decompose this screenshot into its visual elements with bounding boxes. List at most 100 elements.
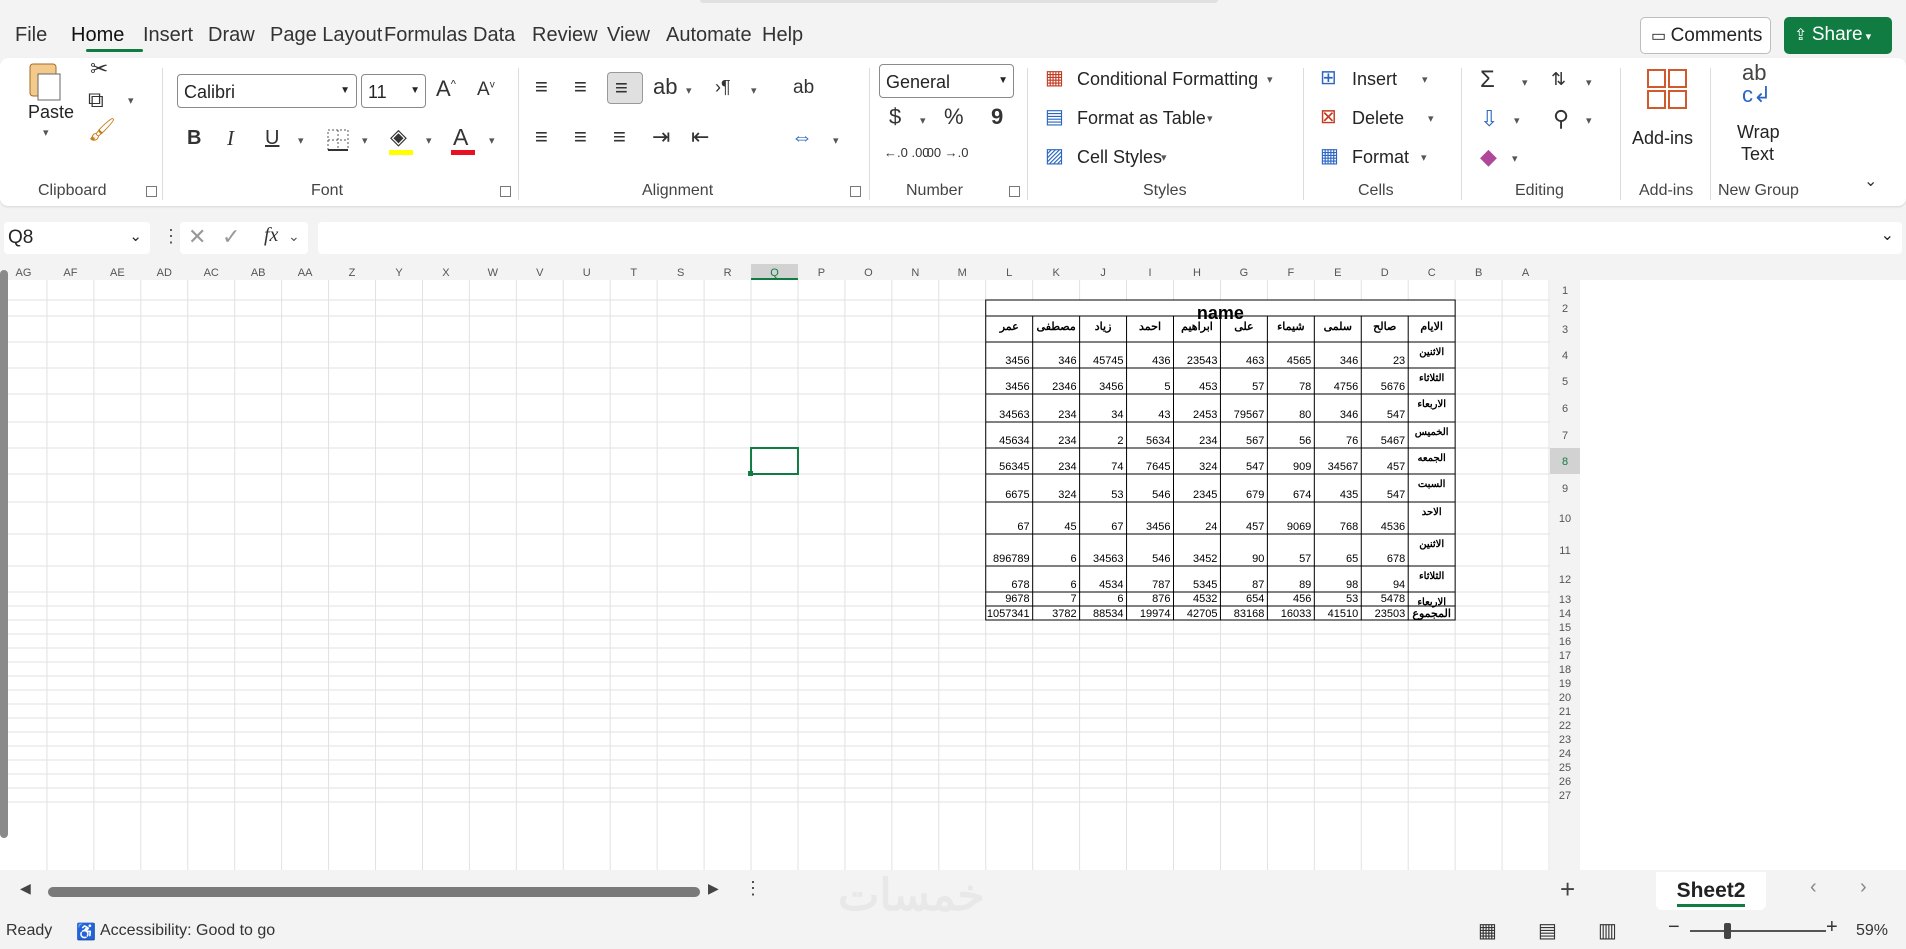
row-header-18[interactable]: 18 <box>1559 664 1571 676</box>
row-header-11[interactable]: 11 <box>1559 545 1570 557</box>
column-header-K[interactable]: K <box>1052 267 1060 279</box>
fill-handle[interactable] <box>748 471 754 476</box>
page-layout-view-icon[interactable]: ▤ <box>1538 918 1557 943</box>
normal-view-icon[interactable]: ▦ <box>1478 918 1497 943</box>
column-header-M[interactable]: M <box>958 267 967 279</box>
italic-button[interactable]: I <box>227 128 234 149</box>
row-header-19[interactable]: 19 <box>1559 678 1571 690</box>
fill-dropdown-icon[interactable]: ▾ <box>1514 114 1520 127</box>
sort-filter-dropdown-icon[interactable]: ▾ <box>1586 76 1592 89</box>
zoom-level[interactable]: 59% <box>1856 922 1888 940</box>
column-header-T[interactable]: T <box>630 267 637 279</box>
column-header-O[interactable]: O <box>864 267 873 279</box>
horizontal-scrollbar[interactable] <box>48 887 700 897</box>
column-header-H[interactable]: H <box>1193 267 1201 279</box>
menu-insert[interactable]: Insert <box>143 24 193 47</box>
bold-button[interactable]: B <box>187 128 201 148</box>
row-header-1[interactable]: 1 <box>1562 285 1568 297</box>
menu-file[interactable]: File <box>15 24 47 47</box>
fill-color-icon[interactable]: ◈ <box>390 126 407 148</box>
row-header-13[interactable]: 13 <box>1559 594 1571 606</box>
font-color-icon[interactable]: A <box>453 126 468 149</box>
cancel-icon[interactable]: ✕ <box>188 224 206 250</box>
font-size-select[interactable]: 11 ▼ <box>361 74 426 108</box>
sheet-tab-sheet2[interactable]: Sheet2 <box>1656 872 1766 910</box>
decrease-decimal-button[interactable]: .00 →.0 <box>923 146 969 159</box>
font-launcher-icon[interactable] <box>500 186 511 197</box>
percent-button[interactable]: % <box>944 106 964 128</box>
row-header-7[interactable]: 7 <box>1562 430 1568 442</box>
worksheet-grid[interactable]: AG AF AE AD AC AB AA Z Y X W V U T S R Q P O N M L K J I H G F E D C B A… <box>0 264 1906 870</box>
column-header-I[interactable]: I <box>1148 267 1151 279</box>
underline-dropdown-icon[interactable]: ▾ <box>298 134 304 147</box>
wrap-ab-icon[interactable]: ab <box>793 78 814 97</box>
sort-filter-icon[interactable]: ⇅ <box>1551 70 1566 88</box>
menu-automate[interactable]: Automate <box>666 24 752 47</box>
menu-help[interactable]: Help <box>762 24 803 47</box>
align-right-icon[interactable]: ≡ <box>613 126 626 148</box>
next-sheet-icon[interactable]: › <box>1860 876 1867 899</box>
row-header-16[interactable]: 16 <box>1559 636 1571 648</box>
number-format-select[interactable]: General ▼ <box>879 64 1014 98</box>
row-header-2[interactable]: 2 <box>1562 303 1568 315</box>
add-ins-button[interactable]: Add-ins <box>1632 66 1702 176</box>
row-header-21[interactable]: 21 <box>1559 706 1571 718</box>
menu-draw[interactable]: Draw <box>208 24 255 47</box>
row-header-15[interactable]: 15 <box>1559 622 1571 634</box>
row-header-24[interactable]: 24 <box>1559 748 1571 760</box>
autosum-icon[interactable]: Σ <box>1480 68 1495 92</box>
cut-icon[interactable]: ✂ <box>90 58 108 80</box>
row-header-8[interactable]: 8 <box>1562 456 1568 468</box>
column-header-AA[interactable]: AA <box>298 267 313 279</box>
wrap-text-button[interactable]: ab c↲ Wrap Text <box>1720 60 1795 172</box>
enter-icon[interactable]: ✓ <box>222 224 240 250</box>
expand-formula-icon[interactable]: ⌄ <box>1881 225 1894 245</box>
scroll-right-icon[interactable]: ▶ <box>708 880 719 897</box>
share-button[interactable]: ⇪ Share ▾ <box>1784 17 1892 54</box>
row-header-23[interactable]: 23 <box>1559 734 1571 746</box>
menu-home[interactable]: Home <box>71 24 124 47</box>
number-launcher-icon[interactable] <box>1009 186 1020 197</box>
find-select-icon[interactable]: ⚲ <box>1553 108 1569 130</box>
row-header-5[interactable]: 5 <box>1562 376 1568 388</box>
column-header-AD[interactable]: AD <box>157 267 172 279</box>
merge-dropdown-icon[interactable]: ▾ <box>833 134 839 147</box>
decrease-indent-icon[interactable]: ⇤ <box>691 126 709 148</box>
column-header-R[interactable]: R <box>724 267 732 279</box>
zoom-out-icon[interactable]: − <box>1668 916 1680 939</box>
fill-icon[interactable]: ⇩ <box>1480 108 1498 130</box>
row-header-3[interactable]: 3 <box>1562 324 1568 336</box>
column-header-A[interactable]: A <box>1522 267 1530 279</box>
paste-dropdown-icon[interactable]: ▾ <box>43 126 49 139</box>
row-header-10[interactable]: 10 <box>1559 513 1571 525</box>
align-bottom-icon[interactable]: ≡ <box>607 72 643 104</box>
column-header-P[interactable]: P <box>818 267 825 279</box>
zoom-slider-thumb[interactable] <box>1724 923 1732 939</box>
column-header-X[interactable]: X <box>442 267 450 279</box>
formula-input[interactable]: ⌄ <box>318 222 1902 254</box>
column-header-J[interactable]: J <box>1100 267 1106 279</box>
increase-font-icon[interactable]: A^ <box>436 78 456 100</box>
copy-icon[interactable]: ⧉ <box>88 89 104 111</box>
text-direction-dropdown-icon[interactable]: ▾ <box>751 84 757 97</box>
currency-dropdown-icon[interactable]: ▾ <box>920 114 926 127</box>
insert-function-button[interactable]: fx <box>264 224 278 247</box>
align-left-icon[interactable]: ≡ <box>535 126 548 148</box>
column-header-Q[interactable]: Q <box>770 267 779 279</box>
row-header-9[interactable]: 9 <box>1562 483 1568 495</box>
orientation-icon[interactable]: ab <box>653 76 677 98</box>
row-header-6[interactable]: 6 <box>1562 403 1568 415</box>
find-select-dropdown-icon[interactable]: ▾ <box>1586 114 1592 127</box>
collapse-ribbon-icon[interactable]: ⌄ <box>1864 174 1877 190</box>
row-header-27[interactable]: 27 <box>1559 790 1571 802</box>
orientation-dropdown-icon[interactable]: ▾ <box>686 84 692 97</box>
autosum-dropdown-icon[interactable]: ▾ <box>1522 76 1528 89</box>
menu-review[interactable]: Review <box>532 24 598 47</box>
align-center-icon[interactable]: ≡ <box>574 126 587 148</box>
column-header-AE[interactable]: AE <box>110 267 125 279</box>
accessibility-status[interactable]: Accessibility: Good to go <box>100 922 275 940</box>
row-header-20[interactable]: 20 <box>1559 692 1571 704</box>
more-sheets-icon[interactable]: ⋮ <box>744 878 762 899</box>
format-painter-icon[interactable]: 🖌 <box>88 119 116 141</box>
zoom-slider[interactable] <box>1690 930 1826 932</box>
